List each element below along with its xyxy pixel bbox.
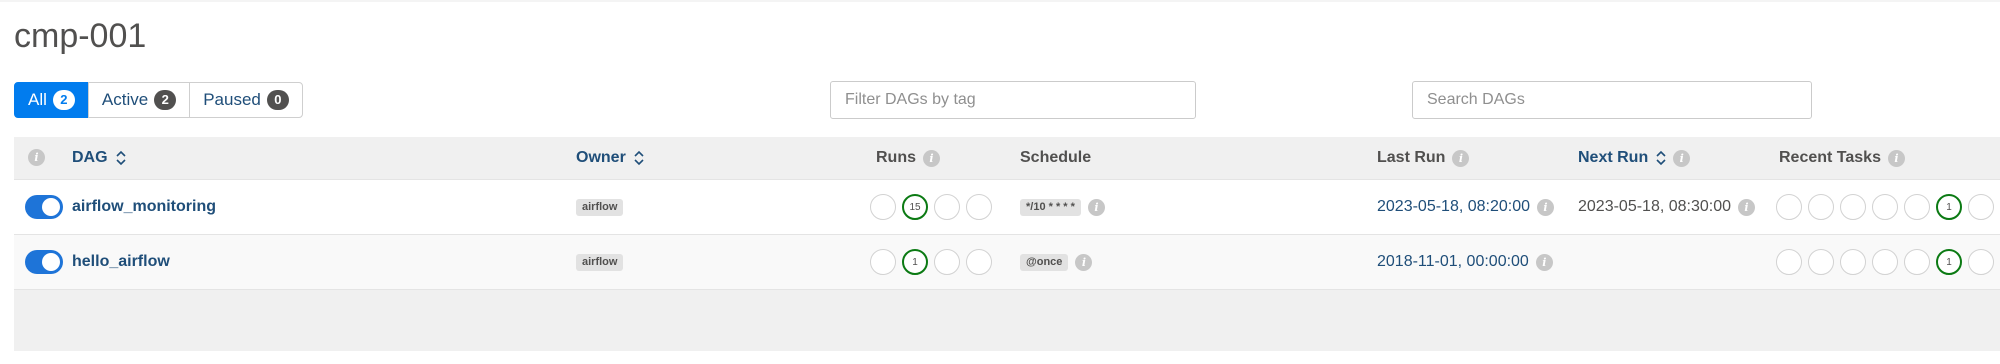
schedule-cell: @once i (1020, 235, 1093, 289)
run-status-circle[interactable] (870, 194, 896, 220)
tag-filter-input[interactable] (830, 81, 1196, 119)
info-icon[interactable]: i (1087, 198, 1105, 216)
column-owner-label: Owner (576, 149, 626, 166)
task-status-circle[interactable]: 1 (1936, 249, 1962, 275)
task-status-circle[interactable] (1776, 194, 1802, 220)
run-status-circle[interactable] (966, 249, 992, 275)
search-input[interactable] (1412, 81, 1812, 119)
table-header: i DAG Owner Runs i Schedule Last Run i N… (14, 137, 2000, 179)
filter-active-button[interactable]: Active 2 (87, 82, 191, 118)
sort-icon[interactable] (115, 150, 126, 166)
sort-icon[interactable] (1656, 150, 1666, 166)
task-status-circle[interactable] (1904, 249, 1930, 275)
task-status-circle[interactable] (1968, 194, 1994, 220)
filter-active-label: Active (101, 90, 149, 109)
info-icon[interactable]: i (1452, 149, 1470, 167)
column-recent-tasks-header: Recent Tasks i (1779, 137, 1905, 179)
last-run-link[interactable]: 2018-11-01, 00:00:00 (1377, 253, 1529, 271)
task-status-circle[interactable]: 1 (1936, 194, 1962, 220)
task-status-circle[interactable] (1808, 194, 1834, 220)
column-dag-label: DAG (72, 149, 108, 166)
schedule-badge: @once (1020, 253, 1069, 271)
info-icon[interactable]: i (1887, 149, 1905, 167)
filter-paused-label: Paused (203, 90, 261, 109)
info-icon[interactable]: i (28, 149, 45, 166)
column-next-run-header[interactable]: Next Run i (1578, 137, 1691, 179)
owner-badge: airflow (576, 199, 624, 216)
dag-pause-toggle[interactable] (25, 195, 63, 219)
column-runs-label: Runs (876, 149, 916, 166)
filter-active-count: 2 (154, 90, 177, 110)
filter-all-count: 2 (52, 90, 75, 110)
table-footer-area (14, 289, 2000, 351)
filter-all-label: All (28, 90, 47, 109)
info-icon[interactable]: i (1537, 198, 1555, 216)
info-icon[interactable]: i (1673, 149, 1691, 167)
dag-name-link[interactable]: hello_airflow (72, 235, 170, 289)
run-status-circle[interactable]: 15 (902, 194, 928, 220)
column-last-run-header: Last Run i (1377, 137, 1470, 179)
column-next-run-label: Next Run (1578, 149, 1649, 166)
table-row: hello_airflow airflow 1 @once i 2018-11-… (14, 234, 2000, 289)
info-icon[interactable]: i (1535, 253, 1553, 271)
last-run-link[interactable]: 2023-05-18, 08:20:00 (1377, 198, 1530, 216)
task-status-circle[interactable] (1840, 194, 1866, 220)
dag-name-link[interactable]: airflow_monitoring (72, 180, 216, 234)
schedule-badge: */10 * * * * (1020, 198, 1081, 216)
column-runs-header: Runs i (876, 137, 940, 179)
task-status-circle[interactable] (1840, 249, 1866, 275)
column-schedule-label: Schedule (1020, 149, 1092, 166)
filter-all-button[interactable]: All 2 (14, 82, 89, 118)
run-status-circle[interactable] (966, 194, 992, 220)
column-last-run-label: Last Run (1377, 149, 1446, 166)
last-run-cell: 2023-05-18, 08:20:00 i (1377, 180, 1555, 234)
status-filter-group: All 2 Active 2 Paused 0 (14, 82, 303, 118)
task-status-circle[interactable] (1808, 249, 1834, 275)
filter-paused-button[interactable]: Paused 0 (189, 82, 303, 118)
task-status-circle[interactable] (1776, 249, 1802, 275)
owner-badge: airflow (576, 254, 624, 271)
next-run-cell: 2023-05-18, 08:30:00 i (1578, 180, 1756, 234)
schedule-cell: */10 * * * * i (1020, 180, 1105, 234)
dags-table: i DAG Owner Runs i Schedule Last Run i N… (14, 137, 2000, 351)
sort-icon[interactable] (634, 150, 644, 166)
run-status-circle[interactable] (934, 249, 960, 275)
task-status-circle[interactable] (1872, 194, 1898, 220)
task-status-circle[interactable] (1968, 249, 1994, 275)
column-schedule-header: Schedule (1020, 137, 1091, 179)
page-title: cmp-001 (14, 17, 147, 55)
column-recent-tasks-label: Recent Tasks (1779, 149, 1881, 166)
info-icon[interactable]: i (923, 149, 940, 167)
run-status-circle[interactable]: 1 (902, 249, 928, 275)
column-dag-header[interactable]: DAG (72, 137, 126, 179)
run-status-circle[interactable] (870, 249, 896, 275)
table-row: airflow_monitoring airflow 15 */10 * * *… (14, 179, 2000, 234)
task-status-circle[interactable] (1904, 194, 1930, 220)
run-status-circle[interactable] (934, 194, 960, 220)
column-owner-header[interactable]: Owner (576, 137, 644, 179)
top-divider (0, 0, 2000, 2)
info-icon[interactable]: i (1738, 198, 1756, 216)
last-run-cell: 2018-11-01, 00:00:00 i (1377, 235, 1553, 289)
info-icon[interactable]: i (1075, 253, 1093, 271)
task-status-circle[interactable] (1872, 249, 1898, 275)
filter-paused-count: 0 (266, 90, 289, 110)
dag-pause-toggle[interactable] (25, 250, 63, 274)
next-run-value: 2023-05-18, 08:30:00 (1578, 198, 1732, 215)
